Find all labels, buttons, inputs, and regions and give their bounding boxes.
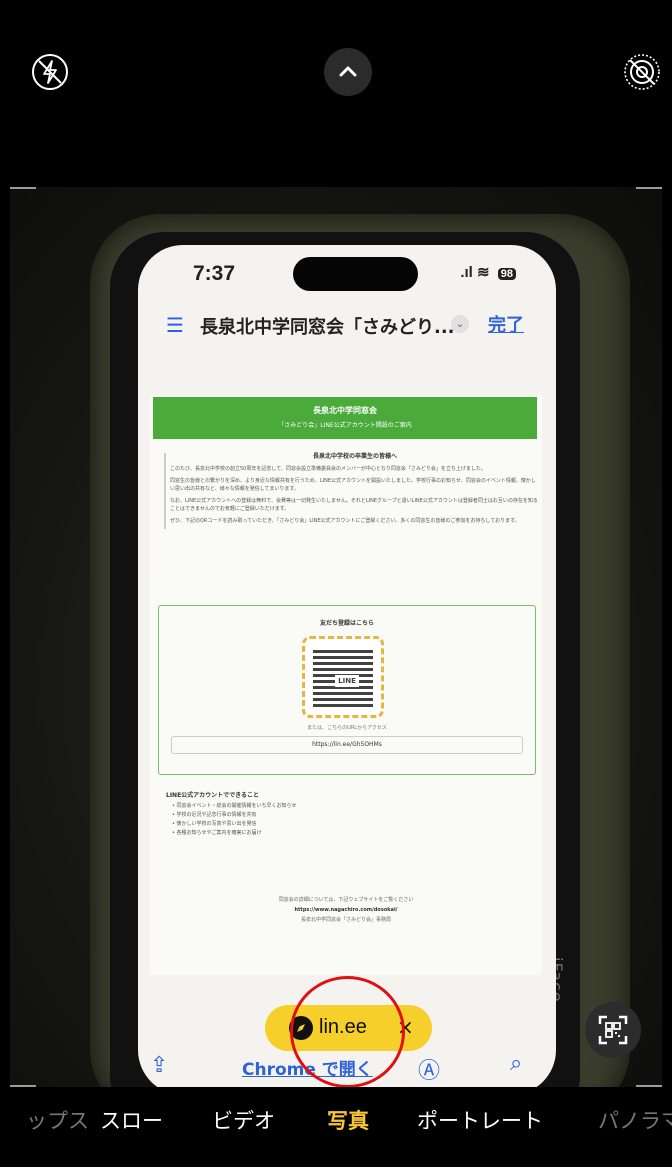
list-item: • 同窓会イベント・総会の開催情報をいち早くお知らせ: [172, 803, 297, 809]
magnifier-icon: ⌕: [510, 1051, 523, 1076]
photographed-phone-screen: 7:37 .ıl ≋ 98 ☰ 長泉北中学同窓会「さみどり... ⌄ 完了 長泉…: [138, 245, 556, 1087]
frame-corner-top-left: [10, 187, 36, 189]
intro-paragraph: ぜひ、下記のQRコードを読み取っていただき、「さみどり会」LINE公式アカウント…: [170, 518, 520, 524]
features-section: LINE公式アカウントでできること • 同窓会イベント・総会の開催情報をいち早く…: [166, 791, 526, 838]
qr-line-label: LINE: [335, 675, 359, 687]
live-photo-off-icon: [624, 54, 660, 90]
wifi-icon: ≋: [477, 264, 490, 281]
feature-text: 懐かしい学校の写真や思い出を発信: [176, 821, 257, 827]
intro-paragraph: 同窓生の皆様との繋がりを深め、より身近な情報共有を行うため、LINE公式アカウン…: [170, 478, 536, 492]
feature-text: 各種お知らせやご案内を確実にお届け: [176, 830, 262, 836]
mode-portrait[interactable]: ポートレート: [417, 1105, 543, 1135]
qr-code: LINE: [313, 647, 373, 707]
mode-video[interactable]: ビデオ: [212, 1105, 275, 1135]
battery-icon: 98: [497, 268, 516, 280]
camera-viewfinder[interactable]: iFace 7:37 .ıl ≋ 98 ☰ 長泉北中学同窓会「さみどり... ⌄…: [10, 187, 662, 1087]
announcement-document: 長泉北中学同窓会 「さみどり会」LINE公式アカウント開設のご案内 長泉北中学校…: [150, 395, 542, 975]
document-footer: 同窓会の詳細については、下記ウェブサイトをご覧ください https://www.…: [150, 895, 542, 925]
compass-icon: Ⓐ: [418, 1059, 441, 1084]
signal-icon: .ıl: [460, 264, 473, 281]
chevron-down-icon: ⌄: [451, 315, 469, 333]
feature-text: 同窓会イベント・総会の開催情報をいち早くお知らせ: [176, 803, 297, 809]
browser-page-title: 長泉北中学同窓会「さみどり...: [200, 317, 455, 338]
flash-off-icon: [32, 54, 68, 90]
list-item: • 学校の近況や記念行事の情報を共有: [172, 812, 257, 818]
registration-title: 友だち登録はこちら: [319, 620, 374, 627]
qr-scan-icon: [598, 1015, 628, 1045]
chevron-up-icon: [339, 66, 357, 77]
controls-toggle-button[interactable]: [324, 48, 372, 96]
done-link: 完了: [488, 315, 524, 336]
camera-mode-selector: ップス スロー ビデオ 写真 ポートレート パノラマ: [0, 1087, 672, 1167]
frame-corner-bottom-right: [636, 1085, 662, 1087]
list-item: • 各種お知らせやご案内を確実にお届け: [172, 830, 262, 836]
document-intro: 長泉北中学校の卒業生の皆様へ このたび、長泉北中学校の創立50周年を記念して、同…: [164, 453, 540, 529]
footer-org: 長泉北中学同窓会「さみどり会」事務局: [300, 917, 391, 923]
list-item: • 懐かしい学校の写真や思い出を発信: [172, 821, 257, 827]
footer-note: 同窓会の詳細については、下記ウェブサイトをご覧ください: [278, 897, 414, 903]
features-title: LINE公式アカウントでできること: [166, 792, 260, 799]
dynamic-island: [293, 257, 418, 291]
registration-box: 友だち登録はこちら LINE または、こちらのURLからアクセス https:/…: [158, 605, 536, 775]
footer-link: https://www.nagachiro.com/dosokai/: [294, 907, 398, 913]
mode-timelapse[interactable]: ップス: [26, 1105, 89, 1135]
flash-toggle-button[interactable]: [26, 48, 74, 96]
mode-photo[interactable]: 写真: [327, 1105, 369, 1135]
live-photo-toggle-button[interactable]: [618, 48, 666, 96]
share-icon: ⇪: [150, 1053, 169, 1078]
camera-top-bar: [0, 0, 672, 187]
document-title: 長泉北中学同窓会: [313, 406, 377, 415]
intro-title: 長泉北中学校の卒業生の皆様へ: [312, 453, 397, 460]
mode-slo-mo[interactable]: スロー: [100, 1105, 163, 1135]
qr-code-frame: LINE: [302, 636, 384, 718]
document-header: 長泉北中学同窓会 「さみどり会」LINE公式アカウント開設のご案内: [153, 397, 537, 439]
mode-panorama[interactable]: パノラマ: [598, 1105, 672, 1135]
frame-corner-bottom-left: [10, 1085, 36, 1087]
intro-paragraph: なお、LINE公式アカウントへの登録は無料で、会費等は一切発生いたしません。それ…: [170, 498, 538, 512]
intro-paragraph: このたび、長泉北中学校の創立50周年を記念して、同窓会設立準備委員会のメンバーが…: [170, 466, 486, 472]
document-subtitle: 「さみどり会」LINE公式アカウント開設のご案内: [278, 422, 412, 429]
list-icon: ☰: [166, 313, 184, 337]
frame-corner-top-right: [636, 187, 662, 189]
feature-text: 学校の近況や記念行事の情報を共有: [176, 812, 257, 818]
phone-status-time: 7:37: [193, 262, 236, 285]
qr-alt-text: または、こちらのURLからアクセス: [307, 725, 387, 731]
qr-url-box: https://lin.ee/Gh5OHMs: [171, 736, 523, 754]
phone-status-icons: .ıl ≋ 98: [460, 263, 516, 281]
features-list: • 同窓会イベント・総会の開催情報をいち早くお知らせ • 学校の近況や記念行事の…: [166, 802, 526, 838]
red-circle-annotation: [290, 976, 405, 1088]
qr-scan-button[interactable]: [585, 1002, 641, 1058]
